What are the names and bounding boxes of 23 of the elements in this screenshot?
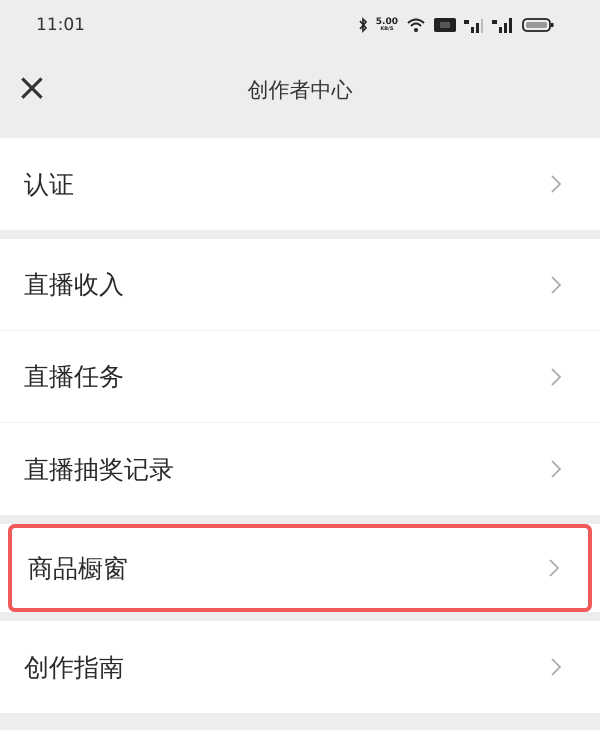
page-title: 创作者中心 — [248, 77, 352, 104]
battery-icon — [522, 17, 554, 33]
menu-item-label: 商品橱窗 — [28, 552, 128, 584]
menu-item-label: 创作指南 — [24, 652, 124, 684]
highlighted-menu-item[interactable]: 商品橱窗 — [8, 524, 592, 612]
signal-icon — [464, 17, 484, 33]
wifi-icon — [406, 17, 426, 33]
chevron-right-icon — [550, 459, 562, 479]
net-speed: 5.00 — [376, 18, 398, 27]
chevron-right-icon — [550, 657, 562, 677]
chevron-right-icon — [550, 366, 562, 386]
status-time: 11:01 — [36, 15, 85, 35]
menu-item-label: 直播抽奖记录 — [24, 454, 174, 486]
chevron-right-icon — [548, 558, 560, 578]
hd-icon — [434, 17, 456, 33]
chevron-right-icon — [550, 274, 562, 294]
menu-item-label: 认证 — [24, 168, 74, 200]
menu-item-label: 直播任务 — [24, 361, 124, 393]
close-button[interactable]: × — [10, 68, 54, 106]
chevron-right-icon — [550, 174, 562, 194]
signal-icon — [492, 17, 514, 33]
bluetooth-icon — [358, 17, 368, 33]
menu-item-label: 直播收入 — [24, 269, 124, 301]
